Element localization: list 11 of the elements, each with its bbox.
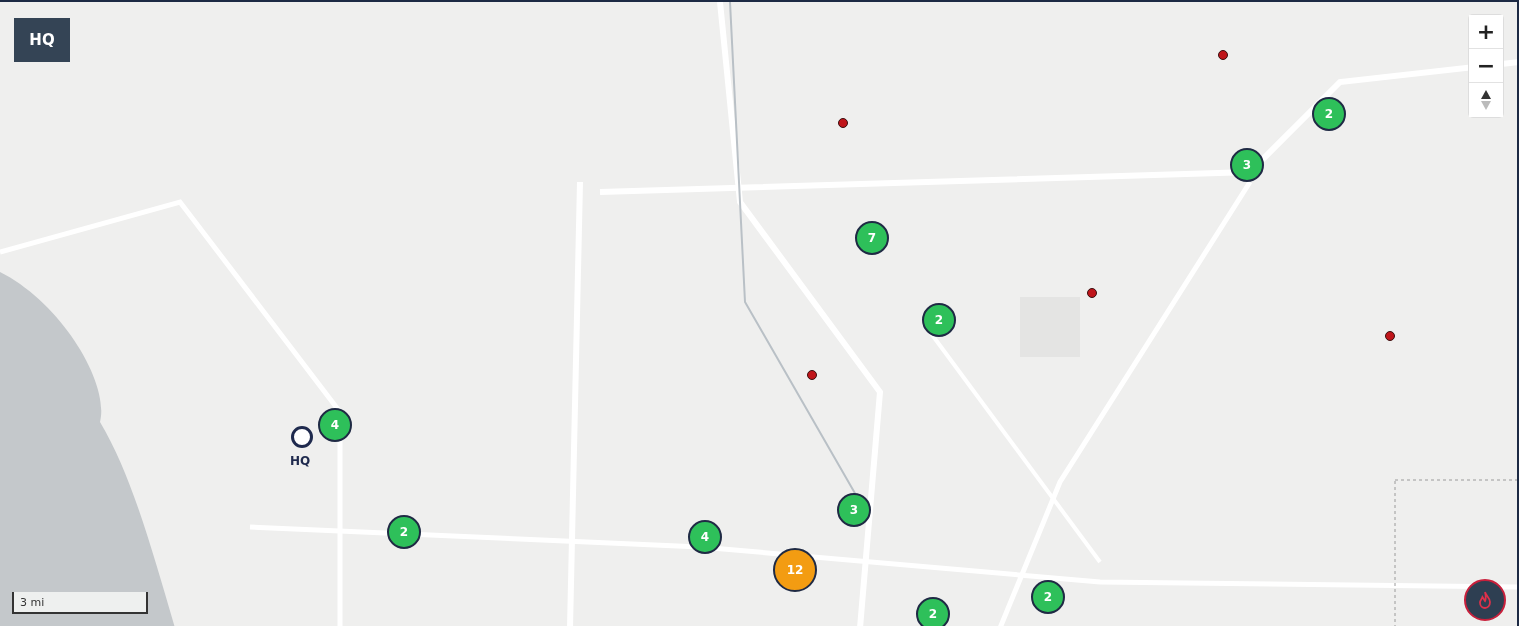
location-dot[interactable] [807, 370, 817, 380]
location-dot[interactable] [1218, 50, 1228, 60]
location-dot[interactable] [838, 118, 848, 128]
flame-icon [1477, 591, 1493, 609]
location-dot[interactable] [1087, 288, 1097, 298]
compass-icon [1480, 89, 1492, 111]
location-dot[interactable] [1385, 331, 1395, 341]
zoom-in-button[interactable]: + [1469, 15, 1503, 49]
hq-button[interactable]: HQ [14, 18, 70, 62]
scale-bar: 3 mi [12, 592, 148, 614]
hq-label: HQ [290, 454, 311, 468]
